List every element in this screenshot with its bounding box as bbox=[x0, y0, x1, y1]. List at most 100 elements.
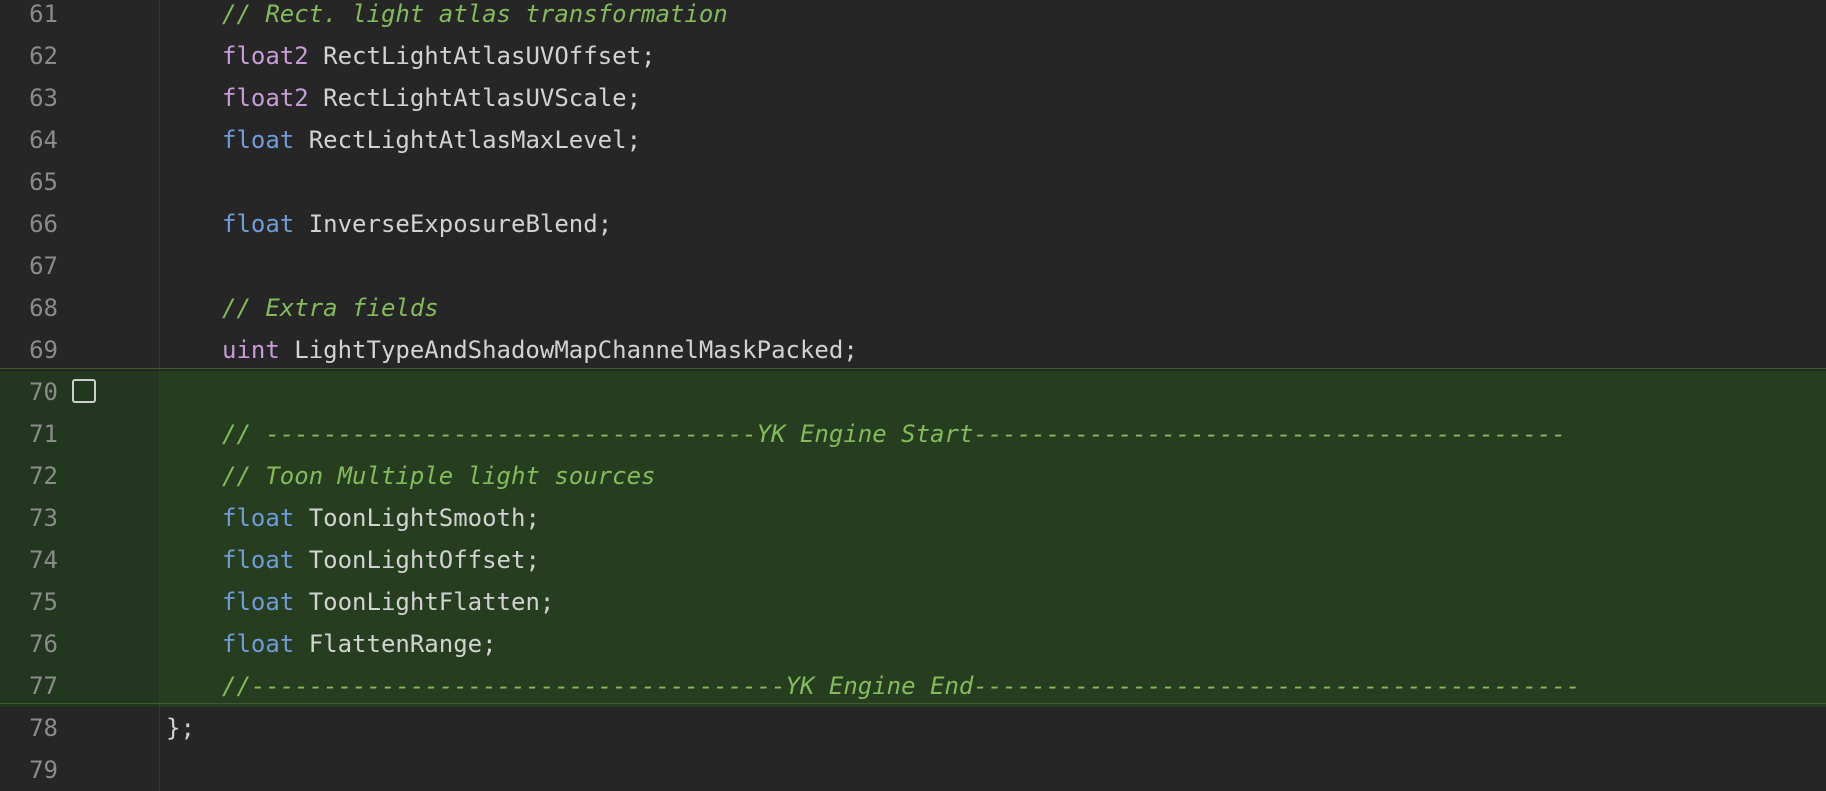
code-text[interactable]: uint LightTypeAndShadowMapChannelMaskPac… bbox=[222, 329, 858, 371]
code-line[interactable]: 77 //------------------------------------… bbox=[0, 665, 1826, 707]
line-gutter[interactable]: 77 bbox=[0, 665, 160, 707]
line-gutter[interactable]: 74 bbox=[0, 539, 160, 581]
line-number: 68 bbox=[29, 294, 58, 322]
code-text[interactable]: float ToonLightFlatten; bbox=[222, 581, 554, 623]
identifier-token: RectLightAtlasMaxLevel bbox=[294, 126, 627, 154]
punctuation-token: ; bbox=[525, 546, 540, 574]
punctuation-token: ; bbox=[626, 126, 642, 154]
line-number: 70 bbox=[29, 378, 58, 406]
line-number: 66 bbox=[29, 210, 58, 238]
line-gutter[interactable]: 65 bbox=[0, 161, 160, 203]
code-line[interactable]: 61 // Rect. light atlas transformation bbox=[0, 0, 1826, 35]
keyword-token: uint bbox=[222, 336, 280, 364]
code-line[interactable]: 70 bbox=[0, 371, 1826, 413]
line-number: 67 bbox=[29, 252, 58, 280]
line-gutter[interactable]: 79 bbox=[0, 749, 160, 791]
code-line[interactable]: 67 bbox=[0, 245, 1826, 287]
line-number: 78 bbox=[29, 714, 58, 742]
identifier-token: LightTypeAndShadowMapChannelMaskPacked bbox=[279, 336, 844, 364]
line-gutter[interactable]: 64 bbox=[0, 119, 160, 161]
line-number: 69 bbox=[29, 336, 58, 364]
line-gutter[interactable]: 68 bbox=[0, 287, 160, 329]
line-gutter[interactable]: 69 bbox=[0, 329, 160, 371]
line-gutter[interactable]: 62 bbox=[0, 35, 160, 77]
code-line[interactable]: 64 float RectLightAtlasMaxLevel; bbox=[0, 119, 1826, 161]
code-text[interactable]: float ToonLightOffset; bbox=[222, 539, 540, 581]
code-editor[interactable]: 61 // Rect. light atlas transformation 62 f… bbox=[0, 0, 1826, 791]
code-text[interactable]: //-------------------------------------Y… bbox=[222, 665, 1580, 707]
comment-token: //-------------------------------------Y… bbox=[222, 672, 1581, 700]
line-number: 73 bbox=[29, 504, 58, 532]
line-number: 63 bbox=[29, 84, 58, 112]
code-text[interactable]: float FlattenRange; bbox=[222, 623, 497, 665]
line-number: 77 bbox=[29, 672, 58, 700]
code-text[interactable]: float ToonLightSmooth; bbox=[222, 497, 540, 539]
comment-token: // Toon Multiple light sources bbox=[222, 462, 656, 490]
line-gutter[interactable]: 67 bbox=[0, 245, 160, 287]
line-number: 64 bbox=[29, 126, 58, 154]
code-line[interactable]: 75 float ToonLightFlatten; bbox=[0, 581, 1826, 623]
line-gutter[interactable]: 73 bbox=[0, 497, 160, 539]
code-line[interactable]: 78}; bbox=[0, 707, 1826, 749]
code-line[interactable]: 66 float InverseExposureBlend; bbox=[0, 203, 1826, 245]
code-line[interactable]: 71 // ----------------------------------Y… bbox=[0, 413, 1826, 455]
code-text[interactable]: float2 RectLightAtlasUVOffset; bbox=[222, 35, 656, 77]
punctuation-token: }; bbox=[166, 714, 195, 742]
line-gutter[interactable]: 70 bbox=[0, 371, 160, 413]
code-line[interactable]: 79 bbox=[0, 749, 1826, 791]
line-number: 79 bbox=[29, 756, 58, 784]
punctuation-token: ; bbox=[641, 42, 656, 70]
punctuation-token: ; bbox=[539, 588, 555, 616]
line-gutter[interactable]: 63 bbox=[0, 77, 160, 119]
code-text[interactable]: float RectLightAtlasMaxLevel; bbox=[222, 119, 641, 161]
code-line[interactable]: 68 // Extra fields bbox=[0, 287, 1826, 329]
code-text[interactable]: }; bbox=[166, 707, 195, 749]
code-line[interactable]: 62 float2 RectLightAtlasUVOffset; bbox=[0, 35, 1826, 77]
punctuation-token: ; bbox=[482, 630, 497, 658]
line-number: 65 bbox=[29, 168, 58, 196]
code-line[interactable]: 63 float2 RectLightAtlasUVScale; bbox=[0, 77, 1826, 119]
diff-boundary-bottom bbox=[0, 703, 1826, 704]
comment-token: // ----------------------------------YK … bbox=[222, 420, 1566, 448]
identifier-token: ToonLightFlatten bbox=[294, 588, 540, 616]
code-text[interactable]: // Rect. light atlas transformation bbox=[222, 0, 728, 35]
line-number: 74 bbox=[29, 546, 58, 574]
line-gutter[interactable]: 78 bbox=[0, 707, 160, 749]
identifier-token: InverseExposureBlend bbox=[294, 210, 598, 238]
line-number: 71 bbox=[29, 420, 58, 448]
code-line[interactable]: 76 float FlattenRange; bbox=[0, 623, 1826, 665]
line-number: 75 bbox=[29, 588, 58, 616]
comment-token: // Extra fields bbox=[222, 294, 439, 322]
punctuation-token: ; bbox=[525, 504, 540, 532]
punctuation-token: ; bbox=[597, 210, 613, 238]
identifier-token: RectLightAtlasUVOffset bbox=[308, 42, 642, 70]
code-text[interactable]: float InverseExposureBlend; bbox=[222, 203, 612, 245]
code-line[interactable]: 65 bbox=[0, 161, 1826, 203]
line-gutter[interactable]: 75 bbox=[0, 581, 160, 623]
line-number: 76 bbox=[29, 630, 58, 658]
line-gutter[interactable]: 66 bbox=[0, 203, 160, 245]
code-line[interactable]: 74 float ToonLightOffset; bbox=[0, 539, 1826, 581]
comment-token: // Rect. light atlas transformation bbox=[222, 0, 728, 28]
keyword-token: float bbox=[222, 504, 295, 532]
line-gutter[interactable]: 71 bbox=[0, 413, 160, 455]
line-gutter[interactable]: 76 bbox=[0, 623, 160, 665]
keyword-token: float2 bbox=[222, 84, 309, 112]
line-gutter[interactable]: 72 bbox=[0, 455, 160, 497]
code-text[interactable]: // Toon Multiple light sources bbox=[222, 455, 655, 497]
punctuation-token: ; bbox=[626, 84, 642, 112]
code-line[interactable]: 72 // Toon Multiple light sources bbox=[0, 455, 1826, 497]
change-select-checkbox[interactable] bbox=[72, 379, 96, 403]
code-line[interactable]: 69 uint LightTypeAndShadowMapChannelMaskP… bbox=[0, 329, 1826, 371]
code-text[interactable]: // Extra fields bbox=[222, 287, 439, 329]
line-number: 61 bbox=[29, 0, 58, 28]
code-line[interactable]: 73 float ToonLightSmooth; bbox=[0, 497, 1826, 539]
line-gutter[interactable]: 61 bbox=[0, 0, 160, 35]
identifier-token: FlattenRange bbox=[294, 630, 483, 658]
line-number: 72 bbox=[29, 462, 58, 490]
keyword-token: float2 bbox=[222, 42, 309, 70]
code-text[interactable]: // ----------------------------------YK … bbox=[222, 413, 1566, 455]
line-number: 62 bbox=[29, 42, 58, 70]
code-text[interactable]: float2 RectLightAtlasUVScale; bbox=[222, 77, 641, 119]
keyword-token: float bbox=[222, 546, 295, 574]
